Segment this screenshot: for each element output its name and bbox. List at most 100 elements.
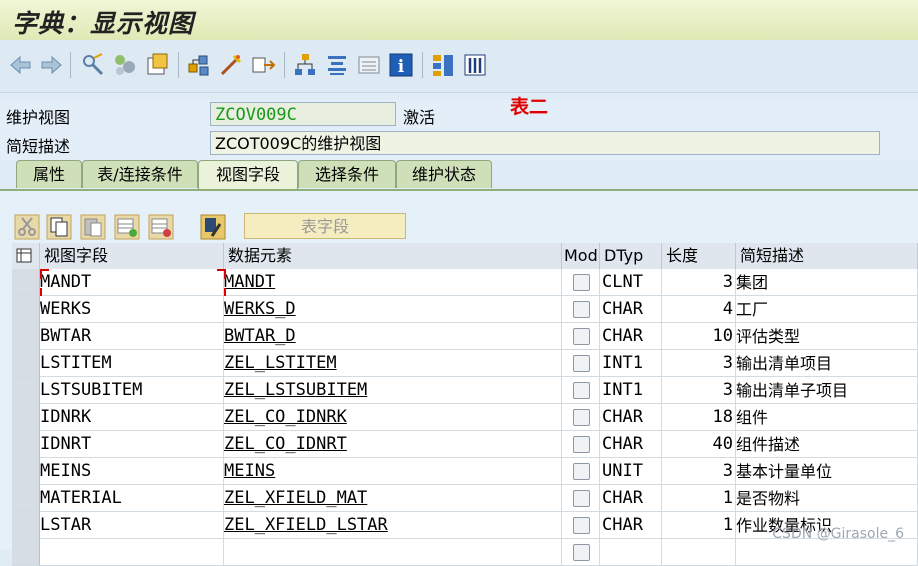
row-selector[interactable] — [12, 350, 40, 377]
mod-checkbox[interactable] — [573, 517, 590, 534]
tab-attributes[interactable]: 属性 — [16, 160, 82, 188]
row-selector[interactable] — [12, 404, 40, 431]
mod-checkbox[interactable] — [573, 544, 590, 561]
view-field-cell[interactable]: LSTAR — [40, 512, 224, 539]
data-element-cell[interactable]: MANDT — [224, 269, 562, 296]
tab-maintenance-status[interactable]: 维护状态 — [396, 160, 492, 188]
row-selector[interactable] — [12, 296, 40, 323]
data-element-cell[interactable]: ZEL_CO_IDNRT — [224, 431, 562, 458]
test-icon[interactable] — [218, 52, 244, 78]
data-element-cell[interactable]: ZEL_CO_IDNRK — [224, 404, 562, 431]
cut-icon[interactable] — [14, 214, 40, 240]
check-icon[interactable] — [186, 52, 212, 78]
mod-checkbox-cell — [562, 431, 600, 458]
length-cell: 3 — [662, 377, 736, 404]
header-data-element[interactable]: 数据元素 — [224, 243, 562, 269]
column-select-icon[interactable] — [12, 243, 40, 269]
table-row[interactable]: IDNRK ZEL_CO_IDNRK CHAR 18 组件 — [12, 404, 918, 431]
short-desc-cell: 组件描述 — [736, 431, 918, 458]
mod-checkbox[interactable] — [573, 301, 590, 318]
view-field-cell[interactable]: MEINS — [40, 458, 224, 485]
mod-checkbox-cell — [562, 404, 600, 431]
data-element-cell[interactable]: WERKS_D — [224, 296, 562, 323]
navigate-icon[interactable] — [292, 52, 318, 78]
row-selector[interactable] — [12, 539, 40, 566]
header-short-desc[interactable]: 简短描述 — [736, 243, 918, 269]
table-row[interactable]: MANDT MANDT CLNT 3 集团 — [12, 269, 918, 298]
length-cell: 3 — [662, 350, 736, 377]
table-row[interactable]: BWTAR BWTAR_D CHAR 10 评估类型 — [12, 323, 918, 350]
table-row[interactable] — [12, 539, 918, 566]
short-desc-field[interactable]: ZCOT009C的维护视图 — [210, 131, 880, 155]
insert-row-icon[interactable] — [114, 214, 140, 240]
mod-checkbox[interactable] — [573, 382, 590, 399]
length-cell: 10 — [662, 323, 736, 350]
forward-arrow-icon[interactable] — [38, 52, 64, 78]
view-field-cell[interactable]: BWTAR — [40, 323, 224, 350]
header-view-field[interactable]: 视图字段 — [40, 243, 224, 269]
mod-checkbox[interactable] — [573, 274, 590, 291]
view-field-cell[interactable]: IDNRT — [40, 431, 224, 458]
copy-icon[interactable] — [46, 214, 72, 240]
table-row[interactable]: WERKS WERKS_D CHAR 4 工厂 — [12, 296, 918, 323]
other-object-icon[interactable] — [112, 52, 138, 78]
table-fields-button[interactable]: 表字段 — [244, 213, 406, 239]
table-fields-icon[interactable] — [200, 214, 226, 240]
view-field-cell[interactable]: LSTITEM — [40, 350, 224, 377]
row-selector[interactable] — [12, 485, 40, 512]
table-row[interactable]: MEINS MEINS UNIT 3 基本计量单位 — [12, 458, 918, 485]
data-element-cell[interactable]: ZEL_LSTITEM — [224, 350, 562, 377]
data-element-cell[interactable]: ZEL_XFIELD_LSTAR — [224, 512, 562, 539]
layout-icon[interactable] — [430, 52, 456, 78]
table-row[interactable]: IDNRT ZEL_CO_IDNRT CHAR 40 组件描述 — [12, 431, 918, 458]
mod-checkbox[interactable] — [573, 463, 590, 480]
column-settings-icon[interactable] — [462, 52, 488, 78]
object-list-icon[interactable] — [324, 52, 350, 78]
row-selector[interactable] — [12, 269, 40, 296]
table-row[interactable]: MATERIAL ZEL_XFIELD_MAT CHAR 1 是否物料 — [12, 485, 918, 512]
view-field-cell[interactable]: WERKS — [40, 296, 224, 323]
header-dtyp[interactable]: DTyp — [600, 243, 662, 269]
mod-checkbox[interactable] — [573, 355, 590, 372]
view-field-cell[interactable]: MATERIAL — [40, 485, 224, 512]
table-row[interactable]: LSTITEM ZEL_LSTITEM INT1 3 输出清单项目 — [12, 350, 918, 377]
mod-checkbox[interactable] — [573, 490, 590, 507]
data-element-cell[interactable]: ZEL_XFIELD_MAT — [224, 485, 562, 512]
row-selector[interactable] — [12, 323, 40, 350]
info-icon[interactable]: i — [388, 52, 414, 78]
where-used-icon[interactable] — [250, 52, 276, 78]
data-element-cell[interactable]: ZEL_LSTSUBITEM — [224, 377, 562, 404]
length-cell: 3 — [662, 269, 736, 296]
data-element-cell[interactable] — [224, 539, 562, 566]
row-selector[interactable] — [12, 512, 40, 539]
mod-checkbox[interactable] — [573, 328, 590, 345]
view-name-field[interactable]: ZCOV009C — [210, 102, 396, 126]
data-element-cell[interactable]: MEINS — [224, 458, 562, 485]
activate-icon[interactable] — [144, 52, 170, 78]
dtyp-cell: INT1 — [600, 350, 662, 377]
data-element-cell[interactable]: BWTAR_D — [224, 323, 562, 350]
mod-checkbox[interactable] — [573, 409, 590, 426]
header-length[interactable]: 长度 — [662, 243, 736, 269]
technical-settings-icon[interactable] — [356, 52, 382, 78]
paste-icon[interactable] — [80, 214, 106, 240]
tab-table-join-conditions[interactable]: 表/连接条件 — [82, 160, 198, 188]
tab-strip: 属性 表/连接条件 视图字段 选择条件 维护状态 — [0, 160, 918, 190]
mod-checkbox[interactable] — [573, 436, 590, 453]
tab-selection-conditions[interactable]: 选择条件 — [298, 160, 396, 188]
view-field-cell[interactable] — [40, 539, 224, 566]
display-change-icon[interactable] — [80, 52, 106, 78]
header-mod[interactable]: Mod — [562, 243, 600, 269]
row-selector[interactable] — [12, 458, 40, 485]
mod-checkbox-cell — [562, 269, 600, 296]
table-row[interactable]: LSTSUBITEM ZEL_LSTSUBITEM INT1 3 输出清单子项目 — [12, 377, 918, 404]
dtyp-cell: CLNT — [600, 269, 662, 296]
tab-view-fields[interactable]: 视图字段 — [198, 160, 298, 190]
view-field-cell[interactable]: LSTSUBITEM — [40, 377, 224, 404]
view-field-cell[interactable]: IDNRK — [40, 404, 224, 431]
view-field-cell[interactable]: MANDT — [40, 269, 224, 296]
delete-row-icon[interactable] — [148, 214, 174, 240]
row-selector[interactable] — [12, 377, 40, 404]
row-selector[interactable] — [12, 431, 40, 458]
back-arrow-icon[interactable] — [8, 52, 34, 78]
